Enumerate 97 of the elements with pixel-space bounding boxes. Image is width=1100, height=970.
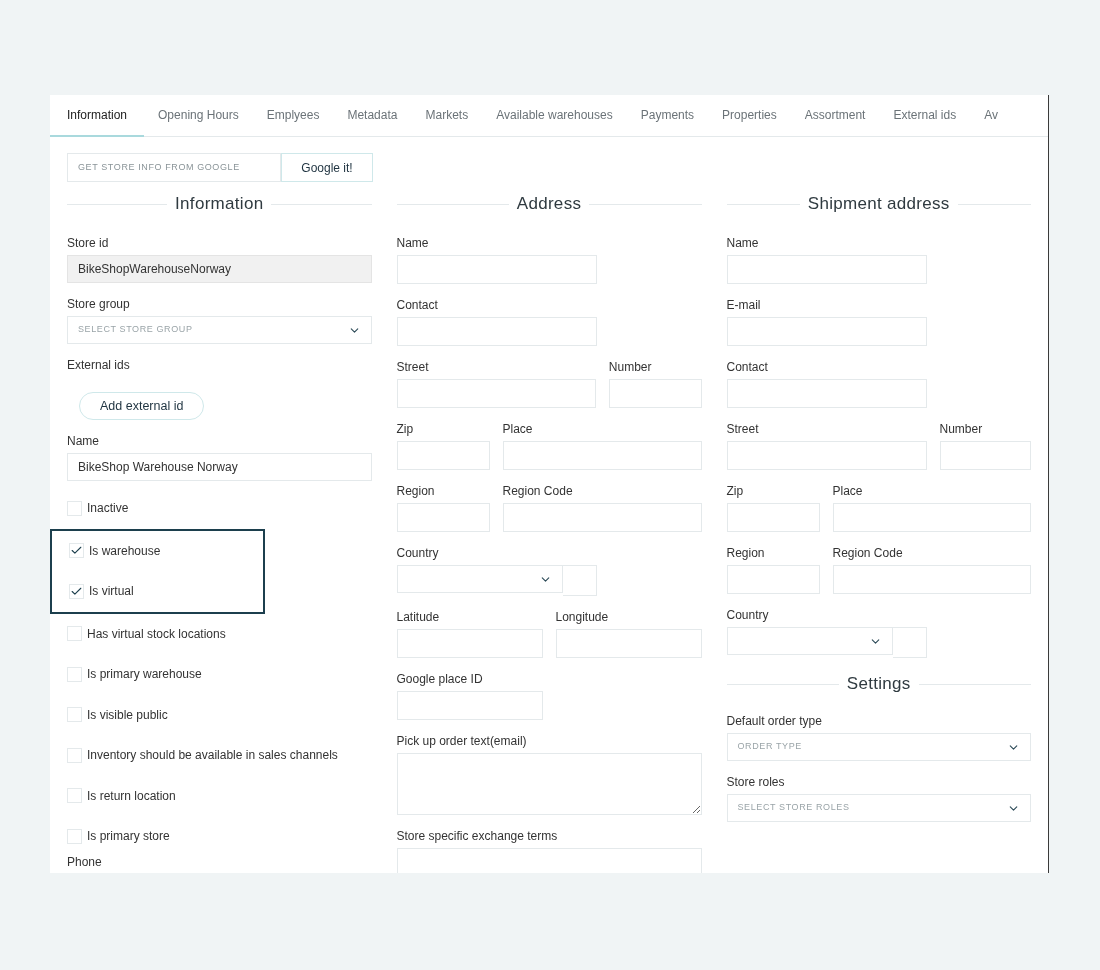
- tab[interactable]: Payments: [626, 95, 709, 137]
- checkbox[interactable]: [67, 788, 82, 804]
- field-label: Default order type: [726, 714, 823, 728]
- field-label: Zip: [396, 422, 415, 436]
- input-field[interactable]: [396, 441, 490, 470]
- tab[interactable]: Opening Hours: [144, 95, 253, 137]
- field-label: Street: [396, 360, 430, 374]
- name-field[interactable]: BikeShop Warehouse Norway: [67, 453, 372, 481]
- field-label: Number: [608, 360, 653, 374]
- field-label: Store id: [67, 236, 110, 250]
- field-label: Store specific exchange terms: [396, 829, 559, 843]
- checkbox-label: Is primary warehouse: [87, 666, 202, 684]
- field-label: E-mail: [726, 298, 762, 312]
- input-field[interactable]: [396, 317, 597, 346]
- section-heading: Information: [175, 193, 264, 216]
- checkbox-label: Is primary store: [87, 828, 170, 846]
- checkbox[interactable]: [67, 747, 82, 763]
- field-label: Zip: [726, 484, 745, 498]
- field-label: Longitude: [555, 610, 610, 624]
- field-label: Name: [726, 236, 760, 250]
- input-field[interactable]: [939, 441, 1031, 470]
- field-label: External ids: [67, 358, 131, 372]
- input-field[interactable]: [726, 565, 820, 594]
- input-field[interactable]: [608, 379, 702, 408]
- field-label: Latitude: [396, 610, 441, 624]
- field-label: Contact: [396, 298, 439, 312]
- select-field[interactable]: SELECT STORE GROUP: [67, 316, 372, 344]
- checkbox[interactable]: [67, 500, 82, 516]
- input-field[interactable]: [832, 503, 1031, 532]
- tab[interactable]: Metadata: [333, 95, 412, 137]
- tab[interactable]: Av: [970, 95, 1012, 137]
- google-search-field[interactable]: GET STORE INFO FROM GOOGLE: [67, 153, 281, 182]
- select-field[interactable]: SELECT STORE ROLES: [726, 794, 1031, 822]
- tab[interactable]: Information: [50, 95, 145, 137]
- input-field[interactable]: [396, 379, 596, 408]
- field-label: Region Code: [832, 546, 904, 560]
- checkbox[interactable]: [67, 707, 82, 723]
- checkbox[interactable]: [67, 666, 82, 682]
- select-field[interactable]: ORDER TYPE: [726, 733, 1031, 761]
- field-label: Contact: [726, 360, 769, 374]
- checkbox-label: Has virtual stock locations: [87, 625, 226, 643]
- field-label: Phone: [67, 854, 103, 869]
- input-field[interactable]: [396, 255, 597, 284]
- field-label: Region: [396, 484, 436, 498]
- field-label: Google place ID: [396, 672, 484, 686]
- checkbox[interactable]: [69, 543, 84, 559]
- input-field[interactable]: [832, 565, 1031, 594]
- field-label: Region: [726, 546, 766, 560]
- input-field[interactable]: [726, 379, 927, 408]
- input-field[interactable]: [726, 317, 927, 346]
- field-label: Store group: [67, 297, 131, 311]
- select-field[interactable]: [396, 565, 563, 593]
- field-label: Name: [396, 236, 430, 250]
- field-label: Place: [832, 484, 864, 498]
- google-it-button[interactable]: Google it!: [281, 153, 373, 182]
- tab[interactable]: Markets: [411, 95, 483, 137]
- textarea-field[interactable]: [396, 753, 702, 815]
- checkbox[interactable]: [67, 828, 82, 844]
- checkbox[interactable]: [69, 583, 84, 599]
- checkbox-label: Is visible public: [87, 706, 168, 724]
- add-external-id-button[interactable]: Add external id: [79, 392, 205, 420]
- field-label: Region Code: [502, 484, 574, 498]
- input-field[interactable]: [396, 691, 543, 720]
- tab[interactable]: External ids: [879, 95, 971, 137]
- input-field[interactable]: [502, 503, 702, 532]
- input-field[interactable]: [502, 441, 702, 470]
- select-field[interactable]: [726, 627, 893, 655]
- field-label: Store roles: [726, 775, 786, 789]
- field-label: Country: [726, 608, 770, 622]
- input-field[interactable]: [396, 629, 543, 658]
- section-heading: Address: [516, 193, 582, 216]
- checkbox-label: Inactive: [87, 500, 129, 518]
- input-field[interactable]: [726, 441, 927, 470]
- tab[interactable]: Available warehouses: [482, 95, 627, 137]
- tab[interactable]: Emplyees: [252, 95, 334, 137]
- section-heading: Shipment address: [807, 193, 950, 216]
- country-code-field[interactable]: [892, 627, 927, 658]
- section-heading: Settings: [846, 673, 911, 696]
- input-field[interactable]: [726, 503, 820, 532]
- country-code-field[interactable]: [562, 565, 597, 596]
- checkbox-label: Is virtual: [89, 583, 134, 601]
- field-label: Street: [726, 422, 760, 436]
- checkbox-label: Is warehouse: [89, 542, 161, 560]
- field-label: Name: [67, 434, 100, 448]
- input-field[interactable]: [396, 503, 490, 532]
- checkbox-label: Is return location: [87, 787, 176, 805]
- field-label: Pick up order text(email): [396, 734, 528, 748]
- checkbox-label: Inventory should be available in sales channels: [87, 747, 338, 765]
- input-field[interactable]: [555, 629, 702, 658]
- field-label: Number: [939, 422, 984, 436]
- tab[interactable]: Assortment: [790, 95, 880, 137]
- field-label: Country: [396, 546, 440, 560]
- store-id-field: BikeShopWarehouseNorway: [67, 255, 372, 283]
- tab[interactable]: Properties: [708, 95, 791, 137]
- field-label: Place: [502, 422, 534, 436]
- input-field[interactable]: [726, 255, 927, 284]
- checkbox[interactable]: [67, 626, 82, 642]
